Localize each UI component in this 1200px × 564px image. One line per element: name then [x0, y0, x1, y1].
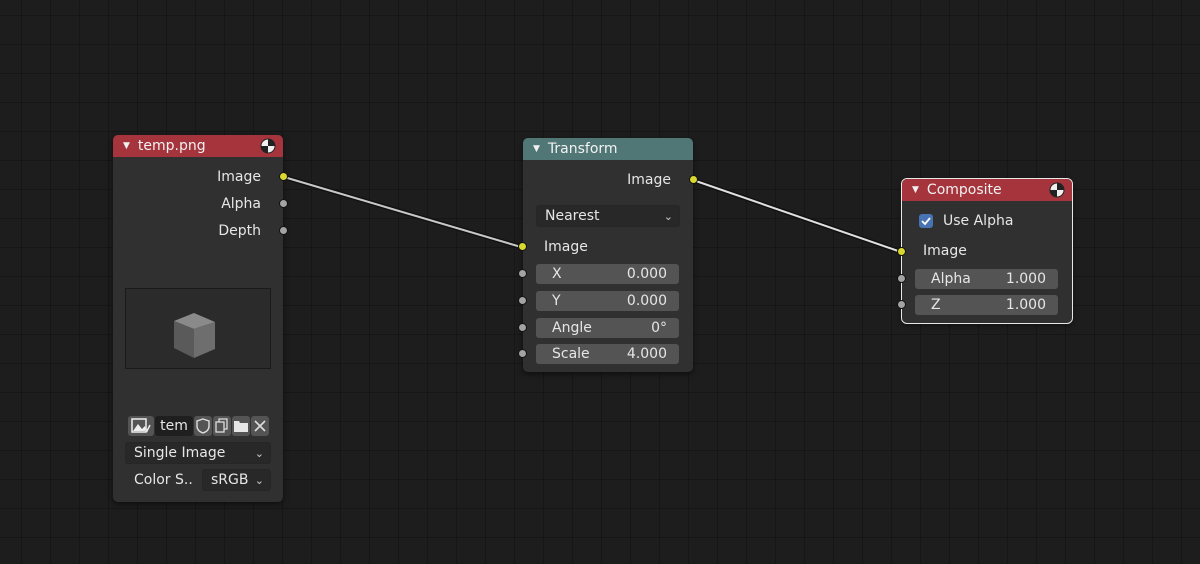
y-field[interactable]: Y 0.000: [536, 291, 679, 311]
collapse-arrow-icon[interactable]: ▼: [123, 141, 130, 151]
filter-value: Nearest: [545, 208, 600, 224]
y-value: 0.000: [626, 293, 667, 309]
angle-socket[interactable]: [518, 323, 527, 332]
y-label: Y: [552, 293, 561, 309]
link-image-to-transform-inner: [283, 176, 522, 248]
source-type-dropdown[interactable]: Single Image ⌄: [125, 442, 271, 464]
output-image-socket[interactable]: [279, 172, 288, 181]
output-image-label: Image: [217, 169, 261, 185]
link-transform-to-composite: [692, 177, 902, 255]
image-node[interactable]: ▼ temp.png Image Alpha Depth tem Single …: [113, 135, 288, 502]
checkmark-icon: [921, 217, 931, 226]
duplicate-icon: [215, 418, 228, 433]
scale-field[interactable]: Scale 4.000: [536, 344, 679, 364]
open-file-icon: [234, 421, 248, 432]
z-label: Z: [931, 297, 941, 313]
fake-user-button[interactable]: [194, 416, 212, 436]
scale-socket[interactable]: [518, 349, 527, 358]
image-name-field[interactable]: tem: [155, 416, 193, 436]
output-alpha-label: Alpha: [221, 196, 261, 212]
use-alpha-label[interactable]: Use Alpha: [943, 211, 1013, 231]
transform-output-image-socket[interactable]: [689, 175, 698, 184]
x-field[interactable]: X 0.000: [536, 264, 679, 284]
composite-node-header[interactable]: ▼ Composite: [902, 179, 1072, 201]
image-node-header[interactable]: ▼ temp.png: [113, 135, 283, 157]
render-icon: [260, 138, 276, 154]
scale-value: 4.000: [626, 346, 667, 362]
open-file-button[interactable]: [232, 416, 250, 436]
chevron-down-icon: ⌄: [663, 209, 673, 223]
z-value: 1.000: [1005, 297, 1046, 313]
cube-thumbnail-icon: [174, 313, 215, 358]
transform-input-image-socket[interactable]: [518, 242, 527, 251]
color-space-value: sRGB: [211, 472, 249, 488]
z-field[interactable]: Z 1.000: [915, 295, 1058, 315]
transform-node-header[interactable]: ▼ Transform: [523, 138, 693, 160]
use-alpha-checkbox[interactable]: [919, 214, 933, 228]
fake-user-icon: [196, 418, 210, 434]
x-label: X: [552, 266, 562, 282]
collapse-arrow-icon[interactable]: ▼: [912, 185, 919, 195]
image-node-title: temp.png: [137, 138, 206, 154]
link-transform-to-composite-inner: [692, 179, 902, 253]
angle-value: 0°: [651, 320, 667, 336]
output-depth-label: Depth: [218, 223, 261, 239]
alpha-value: 1.000: [1005, 271, 1046, 287]
duplicate-button[interactable]: [213, 416, 231, 436]
alpha-field[interactable]: Alpha 1.000: [915, 269, 1058, 289]
transform-input-image-label: Image: [544, 239, 588, 255]
scale-label: Scale: [552, 346, 590, 362]
unlink-button[interactable]: [251, 416, 269, 436]
y-socket[interactable]: [518, 296, 527, 305]
composite-node[interactable]: ▼ Composite Use Alpha Image Alpha 1.000 …: [897, 178, 1073, 324]
image-type-button[interactable]: [128, 416, 154, 436]
alpha-label: Alpha: [931, 271, 971, 287]
chevron-down-icon: ⌄: [254, 473, 264, 487]
angle-label: Angle: [552, 320, 592, 336]
transform-node[interactable]: ▼ Transform Image Nearest ⌄ Image X 0.00…: [518, 138, 698, 372]
z-socket[interactable]: [897, 300, 906, 309]
output-depth-socket[interactable]: [279, 226, 288, 235]
composite-input-image-label: Image: [923, 243, 967, 259]
color-space-label: Color S..: [134, 472, 193, 488]
link-image-to-transform: [283, 174, 522, 250]
image-preview: [125, 288, 271, 369]
close-icon: [254, 420, 266, 432]
filter-dropdown[interactable]: Nearest ⌄: [536, 205, 680, 227]
render-icon: [1049, 182, 1065, 198]
collapse-arrow-icon[interactable]: ▼: [533, 144, 540, 154]
transform-output-image-label: Image: [627, 172, 671, 188]
color-space-dropdown[interactable]: sRGB ⌄: [202, 469, 271, 491]
composite-input-image-socket[interactable]: [897, 247, 906, 256]
image-type-icon: [131, 418, 151, 433]
source-type-value: Single Image: [134, 445, 226, 461]
x-value: 0.000: [626, 266, 667, 282]
chevron-down-icon: ⌄: [254, 446, 264, 460]
transform-node-title: Transform: [547, 141, 618, 157]
composite-node-title: Composite: [926, 182, 1002, 198]
output-alpha-socket[interactable]: [279, 199, 288, 208]
image-name-text: tem: [160, 418, 188, 434]
angle-field[interactable]: Angle 0°: [536, 318, 679, 338]
x-socket[interactable]: [518, 269, 527, 278]
alpha-socket[interactable]: [897, 274, 906, 283]
